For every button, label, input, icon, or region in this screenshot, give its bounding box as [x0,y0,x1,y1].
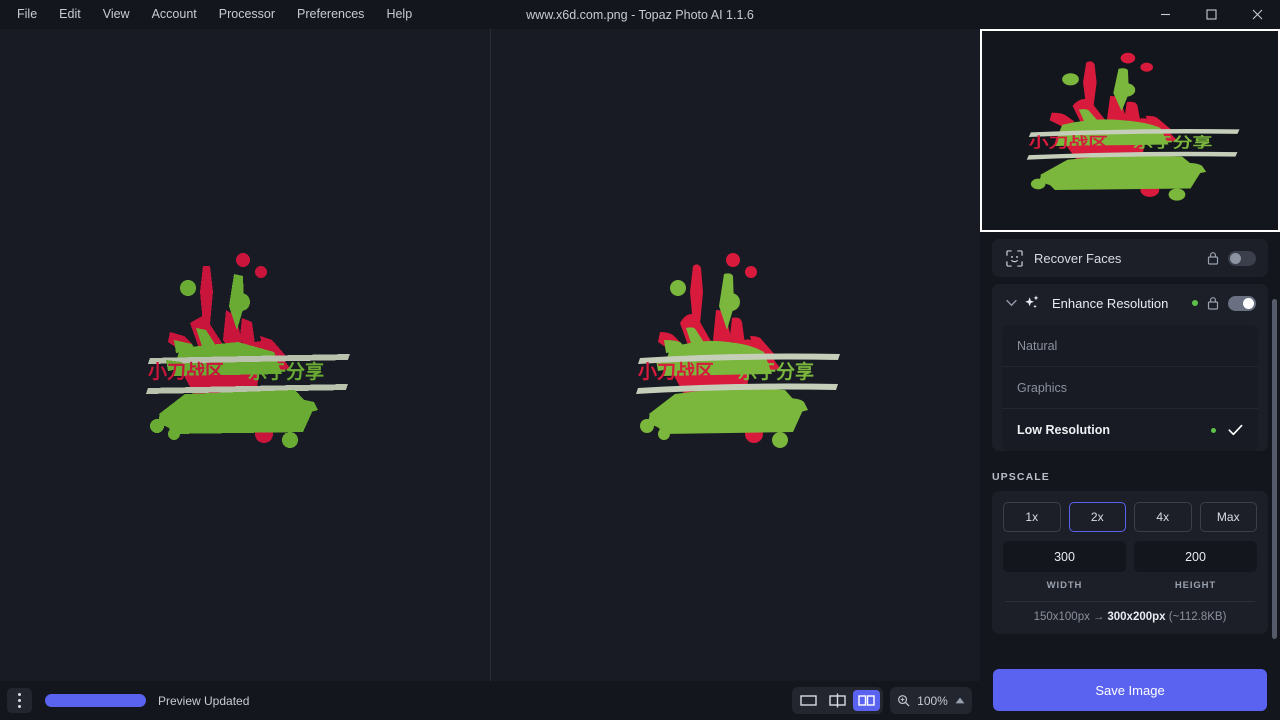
chevron-down-icon[interactable] [1004,299,1018,307]
dimension-fields: 300 WIDTH 200 HEIGHT [1003,541,1257,591]
menu-item-file[interactable]: File [6,0,48,29]
status-bar: Preview Updated [0,681,980,720]
file-size: (~112.8KB) [1169,611,1227,623]
filter-settings-scroll[interactable]: Recover Faces [980,232,1280,660]
caret-up-icon [955,697,965,704]
model-label: Low Resolution [1017,423,1211,437]
view-mode-group [792,687,883,714]
original-image-pane[interactable]: 小刀战区 乐于分享 [0,29,490,681]
enhance-resolution-header[interactable]: Enhance Resolution [992,284,1268,322]
filter-card-recover-faces[interactable]: Recover Faces [992,239,1268,277]
upscale-section-title: UPSCALE [992,471,1280,483]
svg-text:小刀战区: 小刀战区 [1029,135,1108,152]
zoom-control[interactable]: 100% [890,687,972,714]
single-pane-view-button[interactable] [795,690,822,711]
image-canvas[interactable]: 小刀战区 乐于分享 [0,29,980,681]
save-bar: Save Image [980,660,1280,720]
minimize-button[interactable] [1142,0,1188,29]
width-input[interactable]: 300 [1003,541,1126,572]
model-item-natural[interactable]: Natural [1002,325,1258,367]
size-summary: 150x100px→300x200px (~112.8KB) [1003,611,1257,623]
maximize-button[interactable] [1188,0,1234,29]
arrow-icon: → [1090,611,1108,623]
height-caption: HEIGHT [1134,580,1257,591]
model-item-graphics[interactable]: Graphics [1002,367,1258,409]
menu-bar: File Edit View Account Processor Prefere… [0,0,423,29]
model-list: Natural Graphics Low Resolution [1002,325,1258,451]
height-input[interactable]: 200 [1134,541,1257,572]
minimize-icon [1160,9,1171,20]
zoom-level-value: 100% [917,694,948,708]
recover-faces-header[interactable]: Recover Faces [992,239,1268,277]
menu-item-account[interactable]: Account [141,0,208,29]
model-label: Graphics [1017,381,1243,395]
kebab-menu-icon[interactable] [7,688,32,713]
check-icon [1228,424,1243,436]
menu-item-view[interactable]: View [92,0,141,29]
model-label: Natural [1017,339,1243,353]
close-icon [1252,9,1263,20]
recover-faces-lock-icon[interactable] [1207,251,1219,265]
enhance-resolution-status-dot [1192,300,1198,306]
upscale-1x-button[interactable]: 1x [1003,502,1061,532]
upscale-max-button[interactable]: Max [1200,502,1258,532]
svg-text:乐于分享: 乐于分享 [1133,134,1212,151]
title-bar: File Edit View Account Processor Prefere… [0,0,1280,29]
enhance-resolution-label: Enhance Resolution [1052,296,1192,311]
close-button[interactable] [1234,0,1280,29]
double-pane-icon [858,694,875,707]
sparkles-icon [1022,293,1042,313]
splatter-artwork-original: 小刀战区 乐于分享 [130,248,360,463]
window-controls [1142,0,1280,29]
splatter-artwork-enhanced: 小刀战区 乐于分享 [620,248,850,463]
right-panel: 小刀战区 乐于分享 Recover Faces [980,29,1280,720]
split-pane-view-button[interactable] [824,690,851,711]
menu-item-preferences[interactable]: Preferences [286,0,375,29]
enhanced-artwork: 小刀战区 乐于分享 [620,248,850,463]
svg-text:乐于分享: 乐于分享 [738,360,814,383]
maximize-icon [1206,9,1217,20]
filter-card-enhance-resolution[interactable]: Enhance Resolution Natural Graphics [992,284,1268,451]
recover-faces-label: Recover Faces [1034,251,1207,266]
panel-scrollbar[interactable] [1272,299,1277,639]
original-artwork: 小刀战区 乐于分享 [130,248,360,463]
width-caption: WIDTH [1003,580,1126,591]
split-pane-icon [829,693,846,708]
side-by-side-view-button[interactable] [853,690,880,711]
zoom-in-icon [897,694,910,707]
enhance-resolution-toggle[interactable] [1228,296,1256,311]
menu-item-processor[interactable]: Processor [208,0,286,29]
upscale-4x-button[interactable]: 4x [1134,502,1192,532]
save-image-button[interactable]: Save Image [993,669,1267,711]
svg-text:小刀战区: 小刀战区 [638,361,714,383]
progress-bar [45,694,146,707]
artwork-text-green: 乐于分享 [248,360,324,383]
source-size: 150x100px [1034,611,1090,623]
preview-thumbnail[interactable]: 小刀战区 乐于分享 [980,29,1280,232]
upscale-2x-button[interactable]: 2x [1069,502,1127,532]
preview-thumbnail-artwork: 小刀战区 乐于分享 [1010,49,1250,212]
artwork-text-red: 小刀战区 [148,361,224,383]
status-bar-right: 100% [792,687,972,714]
target-size: 300x200px [1107,611,1165,623]
status-message: Preview Updated [158,694,249,708]
enhance-resolution-lock-icon[interactable] [1207,296,1219,310]
model-status-dot [1211,428,1216,433]
enhanced-image-pane[interactable]: 小刀战区 乐于分享 [490,29,980,681]
single-pane-icon [800,694,817,707]
divider [1005,601,1255,602]
face-detect-icon [1004,248,1024,268]
model-item-low-resolution[interactable]: Low Resolution [1002,409,1258,451]
menu-item-help[interactable]: Help [375,0,423,29]
zoom-dropdown-button[interactable] [955,697,965,704]
upscale-multiplier-group: 1x 2x 4x Max [1003,502,1257,532]
menu-item-edit[interactable]: Edit [48,0,92,29]
upscale-card: 1x 2x 4x Max 300 WIDTH 200 HEIGHT 150x10… [992,491,1268,634]
recover-faces-toggle[interactable] [1228,251,1256,266]
